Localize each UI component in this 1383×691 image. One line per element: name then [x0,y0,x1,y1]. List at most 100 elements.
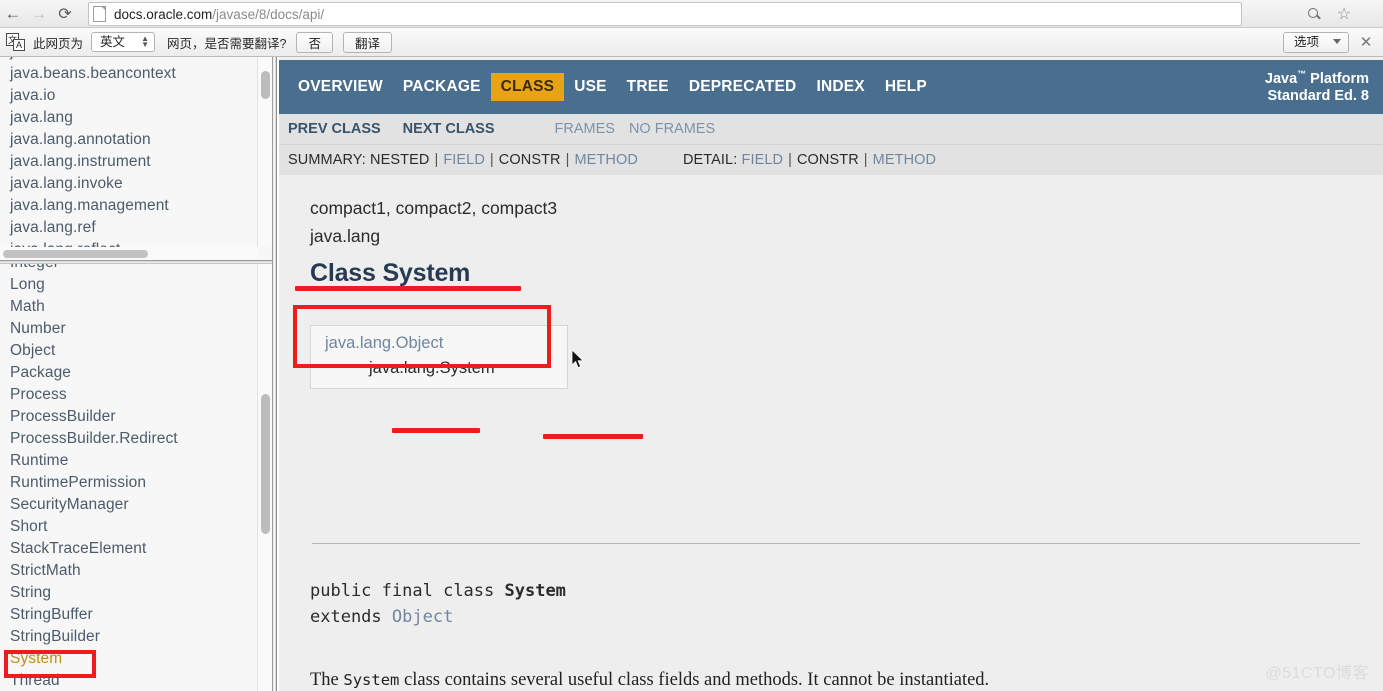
page-document-icon [93,6,106,22]
decline-translate-button[interactable]: 否 [296,31,333,53]
close-infobar-icon[interactable]: ✕ [1359,33,1373,51]
nav-item-tree[interactable]: TREE [617,73,679,101]
description-paragraph-1: The System class contains several useful… [310,667,1350,691]
para1-text-b: class contains several useful class fiel… [399,669,990,690]
brand-line-2: Standard Ed. 8 [1267,87,1369,104]
java-platform-brand: Java™ Platform Standard Ed. 8 [1265,66,1369,105]
package-frame-horizontal-scrollbar[interactable] [0,247,257,260]
class-link-system[interactable]: System [10,648,258,670]
translate-infobar: 文 A 此网页为 英文 ▲▼ 网页，是否需要翻译? 否 翻译 选项 ✕ [0,28,1383,57]
nav-item-index[interactable]: INDEX [806,73,874,101]
class-link[interactable]: Math [10,296,258,318]
package-link[interactable]: java.lang.ref [10,217,258,239]
class-link[interactable]: Long [10,274,258,296]
package-link[interactable]: java.lang.invoke [10,173,258,195]
package-link[interactable]: java.lang.instrument [10,151,258,173]
stepper-arrows-icon: ▲ ▼ [141,34,150,49]
top-navigation-list: OVERVIEW PACKAGE CLASS USE TREE DEPRECAT… [279,73,937,101]
inheritance-tree: java.lang.Object java.lang.System [310,324,568,389]
package-link[interactable]: java.beans.beancontext [10,63,258,85]
class-link[interactable]: Runtime [10,450,258,472]
summary-nested: NESTED [370,152,430,168]
package-link[interactable]: java.lang.annotation [10,129,258,151]
nav-item-deprecated[interactable]: DEPRECATED [679,73,807,101]
main-document-frame: OVERVIEW PACKAGE CLASS USE TREE DEPRECAT… [279,57,1383,691]
next-class-link[interactable]: NEXT CLASS [403,121,495,137]
back-arrow-icon[interactable]: ← [0,1,26,27]
signature-superclass-link[interactable]: Object [392,607,453,627]
url-domain: docs.oracle.com [114,6,213,22]
summary-detail-bar: SUMMARY: NESTED | FIELD | CONSTR | METHO… [279,145,1383,175]
watermark-text: @51CTO博客 [1265,665,1369,682]
translate-options-dropdown[interactable]: 选项 [1283,31,1349,53]
summary-divider: | [489,152,494,168]
profiles-line: compact1, compact2, compact3 [310,198,558,218]
class-link[interactable]: StackTraceElement [10,538,258,560]
class-list-frame[interactable]: Integer Long Math Number Object Package … [0,264,272,691]
package-list-frame[interactable]: java.beans java.beans.beancontext java.i… [0,57,272,260]
package-link[interactable]: java.lang.management [10,195,258,217]
class-frame-vertical-scrollbar[interactable] [257,264,272,691]
detail-field-link[interactable]: FIELD [742,152,784,168]
bookmark-star-icon[interactable]: ☆ [1333,3,1355,25]
class-link[interactable]: Integer [10,264,258,274]
class-link[interactable]: ProcessBuilder.Redirect [10,428,258,450]
reload-icon[interactable]: ⟳ [52,1,78,27]
nav-item-help[interactable]: HELP [875,73,937,101]
prev-class-link[interactable]: PREV CLASS [288,121,381,137]
package-link[interactable]: java.lang [10,107,258,129]
detail-method-link[interactable]: METHOD [873,152,936,168]
signature-class-keyword: class [432,581,505,601]
para1-code: System [343,670,400,689]
summary-method-link[interactable]: METHOD [575,152,638,168]
source-language-select[interactable]: 英文 ▲ ▼ [91,32,156,52]
signature-modifier: public [310,581,382,601]
translate-prefix-label: 此网页为 [33,36,84,51]
class-link[interactable]: StringBuffer [10,604,258,626]
inheritance-parent-link[interactable]: java.lang.Object [325,331,559,356]
class-link[interactable]: Process [10,384,258,406]
class-link[interactable]: Thread [10,670,258,691]
nav-item-use[interactable]: USE [564,73,616,101]
url-path: /javase/8/docs/api/ [212,6,325,22]
frame-vertical-splitter[interactable] [272,57,277,691]
class-link[interactable]: StrictMath [10,560,258,582]
summary-divider: | [565,152,570,168]
class-link[interactable]: SecurityManager [10,494,258,516]
trademark-icon: ™ [1297,69,1307,79]
class-link[interactable]: Object [10,340,258,362]
frameset: java.beans java.beans.beancontext java.i… [0,57,1383,691]
class-list: Integer Long Math Number Object Package … [0,264,258,691]
nav-item-package[interactable]: PACKAGE [393,73,491,101]
class-link[interactable]: Short [10,516,258,538]
signature-line-2: extends Object [310,604,566,630]
summary-field-link[interactable]: FIELD [443,152,485,168]
frames-link[interactable]: FRAMES [555,121,615,137]
no-frames-link[interactable]: NO FRAMES [629,121,715,137]
class-link[interactable]: Number [10,318,258,340]
package-link[interactable]: java.io [10,85,258,107]
class-link[interactable]: RuntimePermission [10,472,258,494]
menu-hamburger-icon[interactable] [1363,3,1379,25]
mouse-cursor-icon [572,350,584,369]
translate-right-group: 选项 ✕ [1283,31,1377,53]
class-link[interactable]: String [10,582,258,604]
signature-extends-keyword: extends [310,607,392,627]
summary-constr: CONSTR [498,152,561,168]
detail-constr: CONSTR [796,152,859,168]
package-frame-vertical-scrollbar[interactable] [257,57,272,247]
zoom-search-icon[interactable] [1303,3,1325,25]
address-bar[interactable]: docs.oracle.com/javase/8/docs/api/ [88,2,1242,26]
nav-item-class[interactable]: CLASS [490,73,565,101]
forward-arrow-icon[interactable]: → [26,1,52,27]
translate-button[interactable]: 翻译 [342,31,392,53]
detail-divider: | [863,152,868,168]
class-link[interactable]: ProcessBuilder [10,406,258,428]
class-link[interactable]: Package [10,362,258,384]
signature-final-keyword: final [381,581,433,601]
translate-icon: 文 A [6,32,25,52]
class-signature: public final class System extends Object [310,578,566,630]
class-link[interactable]: StringBuilder [10,626,258,648]
nav-item-overview[interactable]: OVERVIEW [288,73,393,101]
left-frames-column: java.beans java.beans.beancontext java.i… [0,57,272,691]
